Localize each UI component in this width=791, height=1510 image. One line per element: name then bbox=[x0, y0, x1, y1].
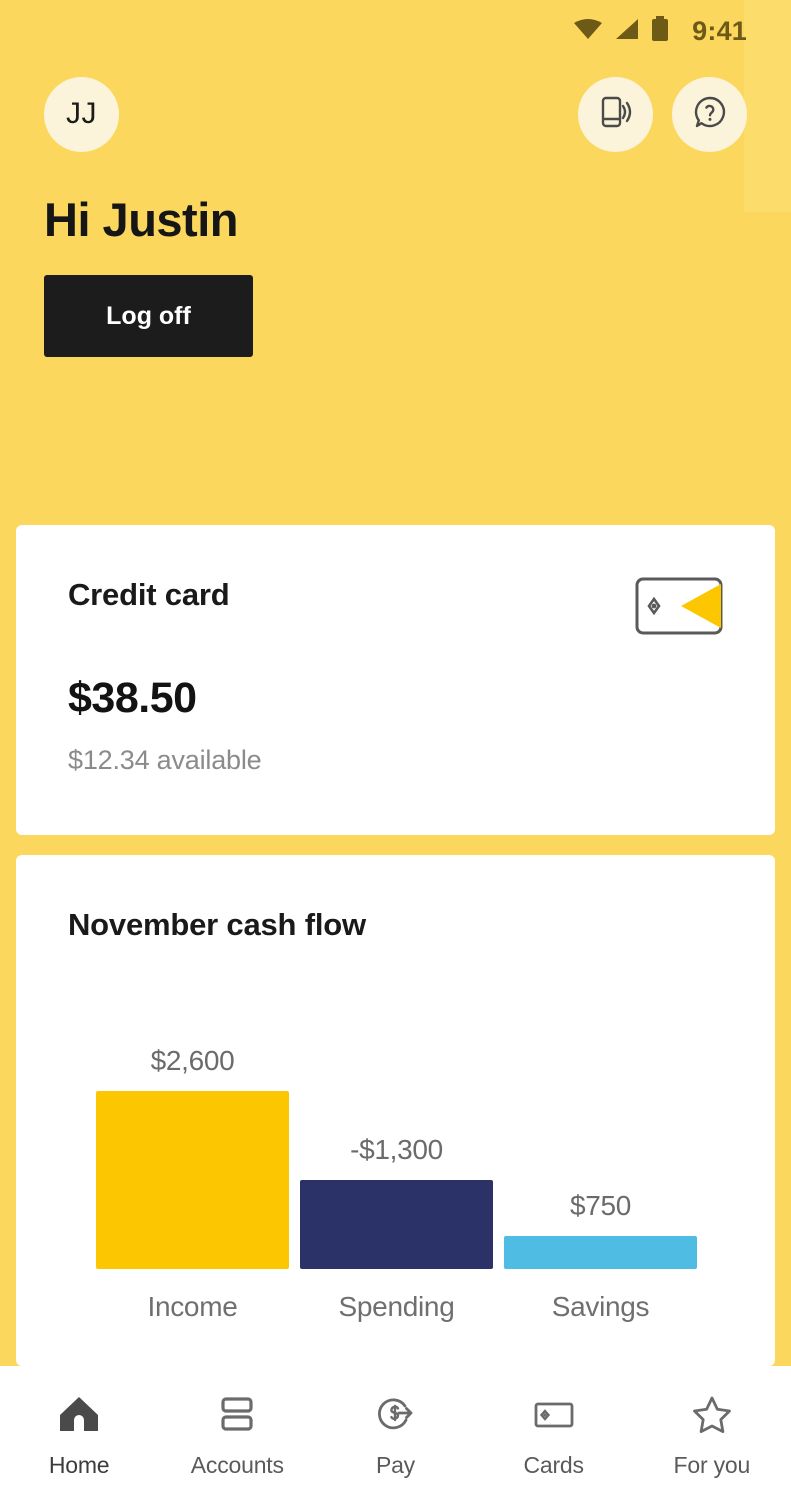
bar-savings bbox=[504, 1236, 697, 1269]
star-icon bbox=[689, 1390, 735, 1438]
nav-label-pay: Pay bbox=[375, 1452, 415, 1478]
cash-flow-category-labels: Income Spending Savings bbox=[68, 1291, 723, 1323]
bar-spending bbox=[300, 1180, 493, 1269]
nav-item-pay[interactable]: Pay bbox=[327, 1390, 463, 1479]
cash-flow-bar-chart: $2,600 -$1,300 $750 bbox=[68, 969, 723, 1269]
pay-icon bbox=[372, 1390, 418, 1438]
battery-icon bbox=[651, 15, 669, 47]
nav-item-home[interactable]: Home bbox=[11, 1390, 147, 1479]
bar-label-savings: Savings bbox=[551, 1291, 650, 1322]
credit-card-title: Credit card bbox=[68, 577, 230, 612]
cards-icon bbox=[530, 1390, 578, 1438]
bar-column-spending: -$1,300 bbox=[300, 969, 493, 1269]
wifi-icon bbox=[573, 17, 603, 46]
bar-label-income: Income bbox=[147, 1291, 238, 1322]
bar-income bbox=[96, 1091, 289, 1269]
avatar[interactable]: JJ bbox=[44, 76, 119, 152]
log-off-button[interactable]: Log off bbox=[44, 275, 253, 357]
content-area: Credit card $38.50 $12.34 available Nove… bbox=[0, 525, 791, 1366]
bar-column-savings: $750 bbox=[504, 969, 697, 1269]
help-button[interactable] bbox=[672, 76, 747, 152]
bar-value-spending: -$1,300 bbox=[350, 1134, 443, 1165]
tap-to-pay-icon bbox=[596, 92, 636, 137]
nav-item-accounts[interactable]: Accounts bbox=[169, 1390, 305, 1479]
bar-label-spending: Spending bbox=[338, 1291, 455, 1322]
cash-flow-title: November cash flow bbox=[68, 907, 366, 942]
cash-flow-tile[interactable]: November cash flow $2,600 -$1,300 $750 I… bbox=[16, 855, 775, 1366]
nav-item-for-you[interactable]: For you bbox=[644, 1390, 780, 1479]
bar-value-income: $2,600 bbox=[150, 1045, 235, 1076]
bar-column-income: $2,600 bbox=[96, 969, 289, 1269]
credit-card-tile[interactable]: Credit card $38.50 $12.34 available bbox=[16, 525, 775, 835]
credit-card-header: Credit card bbox=[68, 577, 723, 640]
help-icon bbox=[690, 92, 730, 137]
home-icon bbox=[57, 1390, 101, 1438]
header: JJ Hi Justin Log off bbox=[0, 62, 791, 357]
nav-label-for-you: For you bbox=[673, 1452, 751, 1478]
status-bar: 9:41 bbox=[0, 0, 791, 62]
credit-card-available: $12.34 available bbox=[68, 745, 262, 775]
header-row: JJ bbox=[44, 62, 747, 166]
nav-label-accounts: Accounts bbox=[190, 1452, 284, 1478]
status-bar-time: 9:41 bbox=[692, 15, 747, 46]
accounts-icon bbox=[215, 1390, 259, 1438]
nav-label-home: Home bbox=[48, 1452, 110, 1478]
bar-value-savings: $750 bbox=[569, 1190, 632, 1221]
credit-card-balance: $38.50 bbox=[68, 674, 197, 722]
nav-item-cards[interactable]: Cards bbox=[486, 1390, 622, 1479]
bottom-navigation: Home Accounts Pay Cards For you bbox=[0, 1366, 791, 1510]
nav-label-cards: Cards bbox=[523, 1452, 584, 1478]
credit-card-icon bbox=[635, 577, 723, 640]
app-screen: 9:41 JJ Hi Justin Log off Credit card $3… bbox=[0, 0, 791, 1510]
cellular-signal-icon bbox=[614, 17, 640, 46]
header-actions bbox=[578, 76, 747, 152]
page-title: Hi Justin bbox=[44, 193, 238, 246]
tap-to-pay-button[interactable] bbox=[578, 76, 653, 152]
